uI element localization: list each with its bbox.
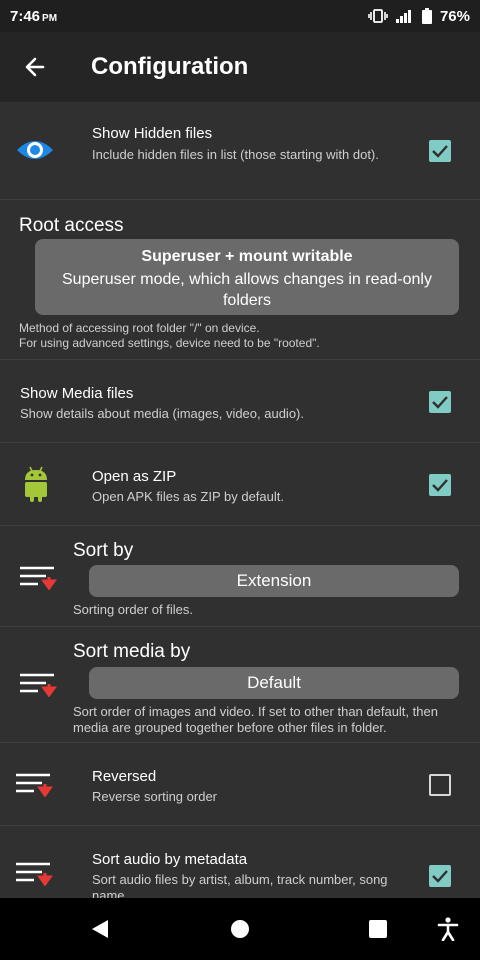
setting-summary: Include hidden files in list (those star… [92, 147, 379, 162]
navigation-bar [0, 898, 480, 960]
back-button[interactable] [0, 32, 70, 102]
selected-value-desc: Superuser mode, which allows changes in … [62, 271, 432, 309]
setting-summary: Show details about media (images, video,… [20, 406, 304, 421]
summary-line: Method of accessing root folder "/" on d… [19, 321, 260, 335]
check-icon [432, 479, 448, 492]
setting-reversed[interactable]: Reversed Reverse sorting order [0, 743, 480, 826]
sort-by-dropdown[interactable]: Extension [89, 565, 459, 597]
eye-icon [17, 141, 53, 159]
setting-title: Show Hidden files [92, 125, 213, 142]
check-icon [432, 870, 448, 883]
show-hidden-checkbox[interactable] [429, 140, 451, 162]
sort-icon [16, 862, 53, 886]
android-icon [25, 466, 47, 502]
accessibility-button[interactable] [418, 898, 478, 960]
status-icons: 76% [368, 8, 470, 25]
setting-summary: Reverse sorting order [92, 789, 217, 804]
status-bar: 7:46 PM 76% [0, 0, 480, 32]
setting-sort-audio[interactable]: Sort audio by metadata Sort audio files … [0, 826, 480, 898]
page-title: Configuration [91, 53, 249, 80]
vibrate-icon [368, 9, 388, 23]
show-media-checkbox[interactable] [429, 391, 451, 413]
setting-show-media[interactable]: Show Media files Show details about medi… [0, 360, 480, 443]
status-ampm: PM [42, 12, 58, 24]
setting-title: Reversed [92, 768, 157, 785]
nav-recents-button[interactable] [348, 898, 408, 960]
reversed-checkbox[interactable] [429, 774, 451, 796]
setting-show-hidden[interactable]: Show Hidden files Include hidden files i… [0, 102, 480, 200]
setting-title: Sort media by [73, 641, 191, 662]
setting-open-zip[interactable]: Open as ZIP Open APK files as ZIP by def… [0, 443, 480, 526]
settings-list[interactable]: Show Hidden files Include hidden files i… [0, 102, 480, 898]
root-access-selector[interactable]: Superuser + mount writable Superuser mod… [35, 239, 459, 315]
check-icon [432, 145, 448, 158]
setting-title: Sort audio by metadata [92, 851, 248, 868]
setting-title: Open as ZIP [92, 468, 177, 485]
nav-home-button[interactable] [210, 898, 270, 960]
status-clock: 7:46 [10, 7, 41, 25]
battery-percent: 76% [439, 7, 470, 25]
setting-summary: Sort audio files by artist, album, track… [92, 872, 388, 898]
setting-summary: Sorting order of files. [73, 602, 193, 617]
selected-value: Extension [236, 571, 312, 590]
sort-icon [20, 566, 57, 590]
toolbar: Configuration [0, 32, 480, 102]
nav-recents-icon [369, 920, 387, 938]
setting-summary: Open APK files as ZIP by default. [92, 489, 284, 504]
selected-value: Superuser + mount writable [141, 248, 353, 265]
check-icon [432, 396, 448, 409]
setting-title: Sort by [73, 540, 134, 561]
signal-icon [395, 10, 411, 23]
accessibility-icon [437, 917, 459, 941]
setting-sort-by[interactable]: Sort by Extension Sorting order of files… [0, 526, 480, 627]
nav-back-icon [92, 920, 108, 938]
sort-audio-checkbox[interactable] [429, 865, 451, 887]
setting-summary: Method of accessing root folder "/" on d… [19, 321, 320, 351]
open-zip-checkbox[interactable] [429, 474, 451, 496]
selected-value: Default [247, 673, 301, 692]
back-arrow-icon [25, 57, 45, 77]
setting-summary: Sort order of images and video. If set t… [73, 704, 438, 735]
sort-icon [20, 673, 57, 697]
sort-icon [16, 773, 53, 797]
sort-media-dropdown[interactable]: Default [89, 667, 459, 699]
setting-title: Show Media files [20, 385, 134, 402]
setting-title: Root access [19, 215, 124, 236]
setting-root-access[interactable]: Root access Superuser + mount writable S… [0, 200, 480, 360]
setting-sort-media-by[interactable]: Sort media by Default Sort order of imag… [0, 627, 480, 743]
nav-back-button[interactable] [70, 898, 130, 960]
summary-line: For using advanced settings, device need… [19, 336, 320, 350]
battery-icon [421, 8, 432, 24]
nav-home-icon [231, 920, 249, 938]
status-time: 7:46 PM [10, 8, 57, 25]
